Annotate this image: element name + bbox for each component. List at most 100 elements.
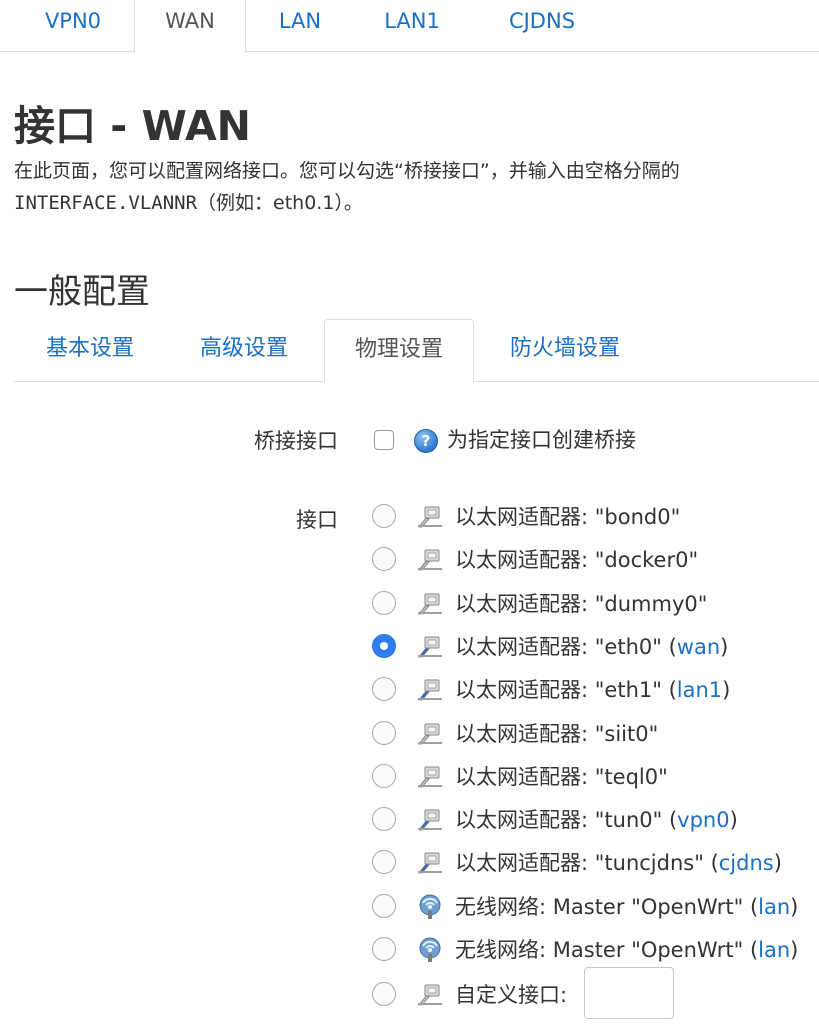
- wireless-icon: [419, 937, 441, 962]
- interface-name: Master "OpenWrt": [552, 895, 744, 919]
- interface-radio[interactable]: [372, 764, 396, 788]
- network-link[interactable]: lan1: [677, 678, 722, 702]
- interface-option-row: 以太网适配器: "eth1" (lan1): [370, 670, 819, 710]
- interface-option-label: 以太网适配器: "eth1" (lan1): [455, 678, 731, 702]
- interface-radio[interactable]: [372, 807, 396, 831]
- interface-name: "eth1": [594, 678, 662, 702]
- interface-name: "docker0": [594, 548, 699, 572]
- interface-type: 无线网络:: [455, 938, 553, 962]
- page-description: 在此页面，您可以配置网络接口。您可以勾选“桥接接口”，并输入由空格分隔的 INT…: [14, 155, 819, 219]
- interface-radio[interactable]: [372, 677, 396, 701]
- network-link[interactable]: lan: [758, 938, 790, 962]
- interface-type: 以太网适配器:: [455, 765, 595, 789]
- page-title: 接口 - WAN: [14, 102, 251, 150]
- tab-advanced-settings[interactable]: 高级设置: [182, 319, 306, 382]
- ethernet-icon: [418, 593, 442, 615]
- interface-option-label: 以太网适配器: "teql0": [455, 761, 668, 791]
- bridge-label: 桥接接口: [254, 429, 338, 453]
- bridge-help-text: 为指定接口创建桥接: [447, 428, 636, 452]
- interface-radio[interactable]: [372, 850, 396, 874]
- interface-radio[interactable]: [372, 504, 396, 528]
- network-link[interactable]: wan: [677, 635, 720, 659]
- ethernet-icon: [418, 549, 442, 571]
- interface-label: 接口: [296, 508, 338, 532]
- interface-option-row: 以太网适配器: "tun0" (vpn0): [370, 800, 819, 840]
- interface-option-label: 以太网适配器: "siit0": [455, 718, 658, 748]
- ethernet-icon: [418, 636, 442, 658]
- interface-name: "eth0": [594, 635, 662, 659]
- interface-option-row: 以太网适配器: "bond0": [370, 497, 819, 537]
- tab-vpn0[interactable]: VPN0: [14, 0, 132, 52]
- interface-option-label: 以太网适配器: "bond0": [455, 501, 680, 531]
- interface-type: 无线网络:: [455, 895, 553, 919]
- interface-type: 以太网适配器:: [455, 808, 595, 832]
- interface-option-row: 以太网适配器: "siit0": [370, 714, 819, 754]
- interface-option-label: 以太网适配器: "tuncjdns" (cjdns): [455, 851, 782, 875]
- ethernet-icon: [418, 506, 442, 528]
- interface-radio[interactable]: [372, 721, 396, 745]
- ethernet-icon: [418, 766, 442, 788]
- bridge-checkbox[interactable]: [374, 430, 394, 450]
- interface-radio[interactable]: [372, 937, 396, 961]
- interface-option-label: 无线网络: Master "OpenWrt" (lan): [455, 938, 799, 962]
- interface-option-row: 以太网适配器: "tuncjdns" (cjdns): [370, 843, 819, 883]
- interface-option-label: 以太网适配器: "eth0" (wan): [455, 635, 729, 659]
- interface-name: "siit0": [594, 722, 659, 746]
- interface-radio[interactable]: [372, 591, 396, 615]
- interface-option-label: 以太网适配器: "dummy0": [455, 588, 707, 618]
- ethernet-icon: [418, 984, 442, 1006]
- ethernet-icon: [418, 852, 442, 874]
- help-icon: ?: [414, 429, 438, 453]
- interface-radio[interactable]: [372, 894, 396, 918]
- description-code: INTERFACE.VLANNR: [14, 192, 198, 214]
- tab-firewall-settings[interactable]: 防火墙设置: [492, 319, 638, 382]
- tab-basic-settings[interactable]: 基本设置: [28, 319, 152, 382]
- interface-name: "teql0": [594, 765, 668, 789]
- tab-physical-settings[interactable]: 物理设置: [324, 319, 474, 383]
- interface-name: Master "OpenWrt": [552, 938, 744, 962]
- custom-interface-input[interactable]: [584, 967, 674, 1019]
- interface-option-row: 以太网适配器: "dummy0": [370, 584, 819, 624]
- network-link[interactable]: cjdns: [719, 851, 774, 875]
- interface-type: 以太网适配器:: [455, 505, 595, 529]
- interface-option-label: 无线网络: Master "OpenWrt" (lan): [455, 895, 799, 919]
- ethernet-icon: [418, 809, 442, 831]
- interface-type: 以太网适配器:: [455, 851, 595, 875]
- interface-radio[interactable]: [372, 547, 396, 571]
- config-tab-bar: 基本设置 高级设置 物理设置 防火墙设置: [14, 319, 819, 383]
- network-link[interactable]: lan: [758, 895, 790, 919]
- interface-option-row: 以太网适配器: "teql0": [370, 757, 819, 797]
- interface-option-row: 无线网络: Master "OpenWrt" (lan): [370, 930, 819, 970]
- interface-type: 以太网适配器:: [455, 592, 595, 616]
- section-title: 一般配置: [14, 272, 150, 312]
- interface-type: 以太网适配器:: [455, 722, 595, 746]
- interface-name: "tun0": [594, 808, 663, 832]
- tab-lan1[interactable]: LAN1: [362, 0, 462, 52]
- tab-lan[interactable]: LAN: [250, 0, 350, 52]
- custom-interface-label: 自定义接口:: [455, 983, 568, 1007]
- interface-option-row: 以太网适配器: "eth0" (wan): [370, 627, 819, 667]
- interface-name: "dummy0": [594, 592, 708, 616]
- tab-wan[interactable]: WAN: [134, 0, 246, 53]
- interface-name: "bond0": [594, 505, 681, 529]
- custom-interface-radio[interactable]: [372, 982, 396, 1006]
- interface-name: "tuncjdns": [594, 851, 704, 875]
- tab-cjdns[interactable]: CJDNS: [484, 0, 600, 52]
- network-link[interactable]: vpn0: [677, 808, 729, 832]
- interface-option-label: 以太网适配器: "docker0": [455, 544, 698, 574]
- interface-radio[interactable]: [372, 634, 396, 658]
- custom-interface-row: 自定义接口:: [370, 967, 819, 1019]
- top-tab-bar: VPN0 WAN LAN LAN1 CJDNS: [0, 0, 819, 53]
- interface-type: 以太网适配器:: [455, 635, 595, 659]
- description-example: （例如：eth0.1）。: [197, 192, 363, 214]
- wireless-icon: [419, 894, 441, 919]
- interface-option-row: 以太网适配器: "docker0": [370, 540, 819, 580]
- interface-option-label: 以太网适配器: "tun0" (vpn0): [455, 808, 738, 832]
- interface-type: 以太网适配器:: [455, 678, 595, 702]
- interface-option-row: 无线网络: Master "OpenWrt" (lan): [370, 887, 819, 927]
- ethernet-icon: [418, 679, 442, 701]
- ethernet-icon: [418, 723, 442, 745]
- interface-type: 以太网适配器:: [455, 548, 595, 572]
- description-line-2: INTERFACE.VLANNR（例如：eth0.1）。: [14, 187, 819, 219]
- description-line-1: 在此页面，您可以配置网络接口。您可以勾选“桥接接口”，并输入由空格分隔的: [14, 160, 680, 182]
